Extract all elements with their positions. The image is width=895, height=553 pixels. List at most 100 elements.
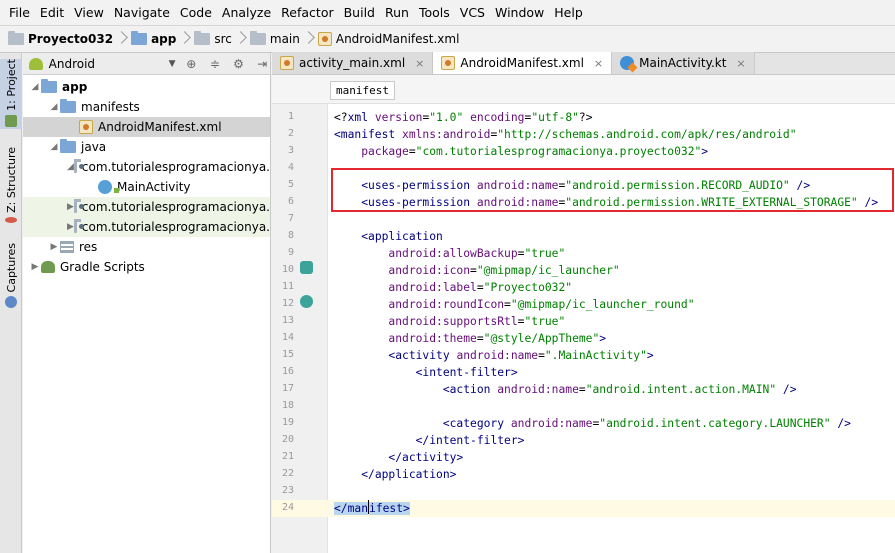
expand-arrow-icon[interactable]: ◢ xyxy=(48,101,60,113)
code-token: encoding xyxy=(470,111,525,124)
tree-item[interactable]: AndroidManifest.xml xyxy=(23,117,270,137)
editor-tabs: activity_main.xml × AndroidManifest.xml × Ma… xyxy=(272,52,895,75)
code-token: "com.tutorialesprogramacionya.proyecto03… xyxy=(415,145,702,158)
code-line: <category android:name="android.intent.c… xyxy=(334,415,851,432)
editor-tab[interactable]: activity_main.xml × xyxy=(272,52,434,74)
breadcrumb-project[interactable]: Proyecto032 xyxy=(8,28,113,50)
captures-tool-tab[interactable]: Captures xyxy=(0,243,22,309)
tree-item[interactable]: ◢ app xyxy=(23,77,270,97)
code-line: <uses-permission android:name="android.p… xyxy=(334,177,810,194)
menu-file[interactable]: File xyxy=(4,0,35,25)
code-token: /> xyxy=(830,417,851,430)
tree-item[interactable]: ▶ com.tutorialesprogramacionya. xyxy=(23,217,270,237)
context-chip-manifest[interactable]: manifest xyxy=(330,81,395,100)
menu-help[interactable]: Help xyxy=(549,0,588,25)
code-editor[interactable]: <?xml version="1.0" encoding="utf-8"?> <m… xyxy=(328,104,895,553)
scroll-from-source-icon[interactable]: ⊕ xyxy=(184,56,200,72)
code-line: <action android:name="android.intent.act… xyxy=(334,381,797,398)
tree-item[interactable]: ◢ manifests xyxy=(23,97,270,117)
code-token: android:name xyxy=(497,383,579,396)
line-number: 17 xyxy=(281,383,294,394)
code-line: <intent-filter> xyxy=(334,364,518,381)
project-view-select[interactable]: Android ▼ xyxy=(49,57,176,71)
expand-arrow-icon[interactable]: ◢ xyxy=(67,161,74,173)
line-number: 23 xyxy=(281,485,294,496)
structure-tool-tab[interactable]: Z: Structure xyxy=(0,147,22,223)
line-number: 8 xyxy=(287,230,294,241)
menu-view[interactable]: View xyxy=(69,0,109,25)
launcher-icon-preview-icon[interactable] xyxy=(300,261,313,274)
editor-tab[interactable]: AndroidManifest.xml × xyxy=(433,52,613,74)
tree-item[interactable]: ▶ res xyxy=(23,237,270,257)
tree-item[interactable]: ▶ Gradle Scripts xyxy=(23,257,270,277)
editor-tab-label: AndroidManifest.xml xyxy=(460,56,584,70)
gear-icon[interactable]: ⚙ xyxy=(231,56,247,72)
line-number: 2 xyxy=(287,128,294,139)
project-tool-tab[interactable]: 1: Project xyxy=(0,59,22,129)
menu-bar: File Edit View Navigate Code Analyze Refactor B… xyxy=(0,0,895,25)
round-launcher-icon-preview-icon[interactable] xyxy=(300,295,313,308)
package-icon xyxy=(73,159,84,173)
tree-item-label: manifests xyxy=(81,100,140,114)
menu-edit[interactable]: Edit xyxy=(35,0,69,25)
menu-build[interactable]: Build xyxy=(339,0,380,25)
code-token: xml xyxy=(347,111,375,124)
code-token: android:theme xyxy=(388,332,477,345)
collapse-arrow-icon[interactable]: ▶ xyxy=(67,221,74,233)
code-token: "true" xyxy=(524,247,566,260)
code-token: "android.permission.WRITE_EXTERNAL_STORA… xyxy=(565,196,858,209)
code-token: <action xyxy=(442,383,498,396)
menu-vcs[interactable]: VCS xyxy=(455,0,490,25)
code-token: = xyxy=(470,264,477,277)
code-line: android:icon="@mipmap/ic_launcher" xyxy=(334,262,619,279)
breadcrumb-file[interactable]: AndroidManifest.xml xyxy=(317,28,459,50)
collapse-arrow-icon[interactable]: ▶ xyxy=(48,241,60,253)
code-line: <application xyxy=(334,228,443,245)
expand-arrow-icon[interactable]: ◢ xyxy=(48,141,60,153)
menu-code[interactable]: Code xyxy=(175,0,217,25)
collapse-arrow-icon[interactable]: ▶ xyxy=(67,201,74,213)
tree-item-label: MainActivity xyxy=(117,180,191,194)
close-icon[interactable]: × xyxy=(415,57,424,70)
hide-panel-icon[interactable]: ⇥ xyxy=(254,56,270,72)
breadcrumb-separator-icon xyxy=(236,28,244,50)
close-icon[interactable]: × xyxy=(594,57,603,70)
tree-item[interactable]: ◢ com.tutorialesprogramacionya. xyxy=(23,157,270,177)
code-token: = xyxy=(504,298,511,311)
captures-icon xyxy=(5,296,17,309)
breadcrumb-src[interactable]: src xyxy=(194,28,232,50)
code-token: > xyxy=(646,349,654,362)
menu-analyze[interactable]: Analyze xyxy=(217,0,276,25)
code-token: > xyxy=(701,145,709,158)
menu-run[interactable]: Run xyxy=(380,0,414,25)
line-number: 16 xyxy=(281,366,294,377)
tool-window-strip: 1: Project Z: Structure Captures xyxy=(0,53,22,553)
menu-window[interactable]: Window xyxy=(490,0,549,25)
collapse-all-icon[interactable]: ≑ xyxy=(207,56,223,72)
folder-icon xyxy=(194,31,211,45)
editor-context-bar: manifest xyxy=(272,75,895,104)
menu-navigate[interactable]: Navigate xyxy=(109,0,175,25)
editor-tab[interactable]: MainActivity.kt × xyxy=(612,52,755,74)
breadcrumb-main[interactable]: main xyxy=(249,28,300,50)
tree-item[interactable]: ▶ com.tutorialesprogramacionya. xyxy=(23,197,270,217)
breadcrumb-app[interactable]: app xyxy=(131,28,176,50)
menu-refactor[interactable]: Refactor xyxy=(276,0,338,25)
close-icon[interactable]: × xyxy=(736,57,745,70)
expand-arrow-icon[interactable]: ◢ xyxy=(29,81,41,93)
code-token: "@style/AppTheme" xyxy=(483,332,600,345)
code-token: android:allowBackup xyxy=(388,247,518,260)
tree-item-label: java xyxy=(81,140,107,154)
tree-item[interactable]: ◢ java xyxy=(23,137,270,157)
code-token: /> xyxy=(857,196,879,209)
menu-tools[interactable]: Tools xyxy=(414,0,455,25)
collapse-arrow-icon[interactable]: ▶ xyxy=(29,261,41,273)
tree-item[interactable]: MainActivity xyxy=(23,177,270,197)
code-line: </intent-filter> xyxy=(334,432,525,449)
